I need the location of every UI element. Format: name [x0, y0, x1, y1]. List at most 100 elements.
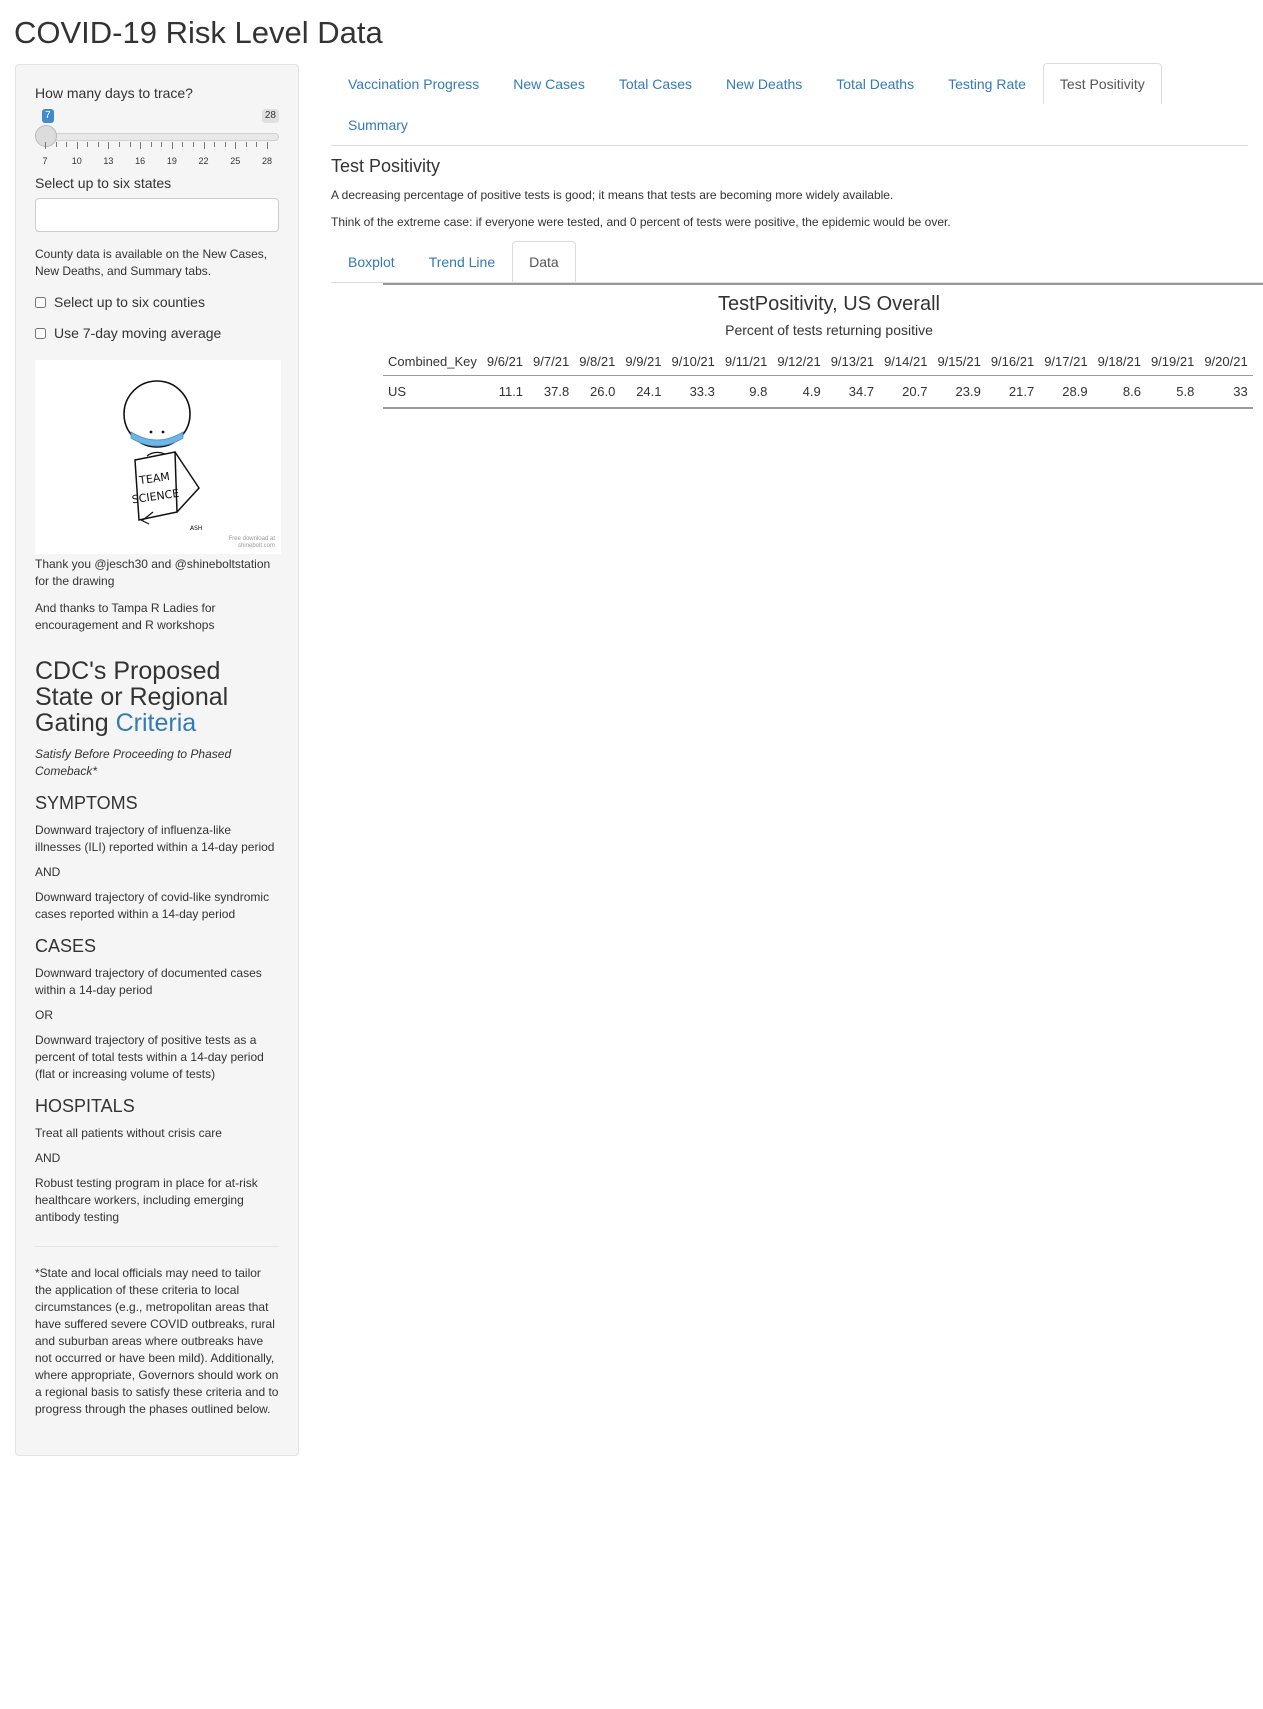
- table-cell: 24.1: [620, 375, 667, 409]
- column-header-date: 9/15/21: [932, 346, 986, 376]
- slider-tick: [245, 142, 247, 147]
- column-header-date: 9/16/21: [985, 346, 1040, 376]
- slider-tick-label: 13: [103, 156, 114, 166]
- table-cell: 11.1: [481, 375, 529, 409]
- column-header-date: 9/7/21: [528, 346, 575, 376]
- main-tabs-row-1: Vaccination Progress New Cases Total Cas…: [331, 63, 1248, 104]
- slider-tick: [150, 142, 152, 147]
- table-cell: 20.7: [879, 375, 933, 409]
- column-header-date: 9/12/21: [772, 346, 826, 376]
- states-select-input[interactable]: [35, 198, 279, 232]
- slider-tick-label: 7: [42, 156, 48, 166]
- table-subtitle: Percent of tests returning positive: [725, 322, 933, 338]
- column-header-date: 9/8/21: [574, 346, 621, 376]
- table-cell: 26.0: [574, 375, 621, 409]
- table-cell: 33: [1199, 375, 1253, 409]
- symptoms-join: AND: [35, 865, 61, 879]
- slider-tick: [256, 142, 258, 147]
- table-cell: 5.8: [1145, 375, 1200, 409]
- slider-tick: [171, 142, 173, 149]
- tab-vaccination-progress[interactable]: Vaccination Progress: [331, 63, 496, 104]
- symptoms-heading: SYMPTOMS: [35, 793, 138, 813]
- table-cell: 9.8: [719, 375, 773, 409]
- page-title: COVID-19 Risk Level Data: [14, 15, 383, 50]
- slider-tick: [108, 142, 110, 149]
- table-row: US 11.1 37.8 26.0 24.1 33.3 9.8 4.9 34.7 20.7 23.9…: [383, 375, 1253, 409]
- thanks-tampa: And thanks to Tampa R Ladies for encoura…: [35, 601, 216, 632]
- thanks-drawing: Thank you @jesch30 and @shineboltstation…: [35, 557, 271, 588]
- table-cell: 34.7: [825, 375, 880, 409]
- cases-item-2: Downward trajectory of positive tests as…: [35, 1033, 264, 1081]
- data-table: Combined_Key 9/6/21 9/7/21 9/8/21 9/9/21 9/10…: [383, 346, 1253, 409]
- table-cell: 33.3: [666, 375, 720, 409]
- row-key-cell: US: [383, 375, 482, 409]
- hospitals-item-1: Treat all patients without crisis care: [35, 1126, 222, 1140]
- table-cell: 4.9: [772, 375, 826, 409]
- main-tabs: Vaccination Progress New Cases Total Cas…: [331, 63, 1248, 146]
- slider-tick: [161, 142, 163, 147]
- county-note: County data is available on the New Case…: [35, 247, 268, 278]
- table-cell: 8.6: [1092, 375, 1146, 409]
- table-title: TestPositivity, US Overall: [718, 293, 940, 315]
- column-header-date: 9/19/21: [1145, 346, 1200, 376]
- table-cell: 37.8: [528, 375, 575, 409]
- tab-new-deaths[interactable]: New Deaths: [709, 63, 819, 104]
- slider-tick: [214, 142, 216, 147]
- slider-tick: [203, 142, 205, 149]
- moving-average-checkbox-row[interactable]: Use 7-day moving average: [35, 325, 279, 342]
- data-table-container: TestPositivity, US Overall Percent of te…: [383, 283, 1263, 409]
- tab-summary[interactable]: Summary: [331, 104, 425, 145]
- slider-tick: [267, 142, 268, 149]
- sidebar-panel: How many days to trace? 7 28 7 10 13 16 19 22…: [15, 64, 299, 1456]
- moving-average-checkbox[interactable]: [35, 328, 46, 339]
- slider-tick-label: 10: [71, 156, 82, 166]
- tab-total-cases[interactable]: Total Cases: [602, 63, 709, 104]
- credit-line-2: shinebolt.com: [237, 543, 275, 549]
- slider-tick: [76, 142, 78, 149]
- counties-checkbox[interactable]: [35, 297, 46, 308]
- section-description-1: A decreasing percentage of positive test…: [331, 188, 894, 202]
- column-header-date: 9/10/21: [666, 346, 720, 376]
- slider-tick: [182, 142, 184, 147]
- table-body: US 11.1 37.8 26.0 24.1 33.3 9.8 4.9 34.7 20.7 23.9…: [383, 375, 1253, 409]
- tab-total-deaths[interactable]: Total Deaths: [819, 63, 931, 104]
- symptoms-item-1: Downward trajectory of influenza-like il…: [35, 823, 275, 854]
- subtab-boxplot[interactable]: Boxplot: [331, 241, 412, 282]
- team-science-icon: TEAM SCIENCE ASH: [123, 380, 202, 532]
- slider-tick-label: 16: [135, 156, 146, 166]
- column-header-date: 9/9/21: [620, 346, 667, 376]
- slider-tick: [224, 142, 226, 147]
- cdc-subtitle: Satisfy Before Proceeding to Phased Come…: [35, 747, 232, 778]
- subtab-data[interactable]: Data: [512, 241, 576, 282]
- hospitals-heading: HOSPITALS: [35, 1096, 135, 1116]
- hospitals-item-2: Robust testing program in place for at-r…: [35, 1176, 258, 1224]
- tab-test-positivity[interactable]: Test Positivity: [1042, 63, 1162, 104]
- table-cell: 21.7: [985, 375, 1040, 409]
- slider-tick: [129, 142, 131, 147]
- slider-min-badge: 7: [42, 109, 54, 123]
- credit-line-1: Free download at: [228, 536, 275, 542]
- slider-max-badge: 28: [261, 109, 279, 123]
- tab-testing-rate[interactable]: Testing Rate: [931, 63, 1043, 104]
- slider-track[interactable]: [45, 133, 279, 141]
- counties-checkbox-row[interactable]: Select up to six counties: [35, 294, 279, 311]
- states-label: Select up to six states: [35, 175, 172, 191]
- criteria-link[interactable]: Criteria: [116, 709, 197, 737]
- tab-new-cases[interactable]: New Cases: [496, 63, 602, 104]
- slider-tick: [235, 142, 237, 149]
- hospitals-join: AND: [35, 1151, 61, 1165]
- slider-tick: [119, 142, 120, 147]
- column-header-date: 9/11/21: [719, 346, 773, 376]
- days-slider[interactable]: 7 28 7 10 13 16 19 22 25 28: [35, 109, 279, 169]
- drawing-signature: ASH: [190, 525, 202, 532]
- main-panel: Vaccination Progress New Cases Total Cas…: [331, 63, 1263, 1703]
- slider-tick: [55, 142, 57, 147]
- table-cell: 23.9: [932, 375, 986, 409]
- column-header-date: 9/13/21: [825, 346, 880, 376]
- slider-tick: [193, 142, 194, 147]
- slider-tick: [66, 142, 68, 147]
- column-header-date: 9/20/21: [1199, 346, 1253, 376]
- subtab-trend-line[interactable]: Trend Line: [412, 241, 512, 282]
- table-cell: 28.9: [1039, 375, 1093, 409]
- table-header-row: Combined_Key 9/6/21 9/7/21 9/8/21 9/9/21 9/10…: [383, 346, 1253, 376]
